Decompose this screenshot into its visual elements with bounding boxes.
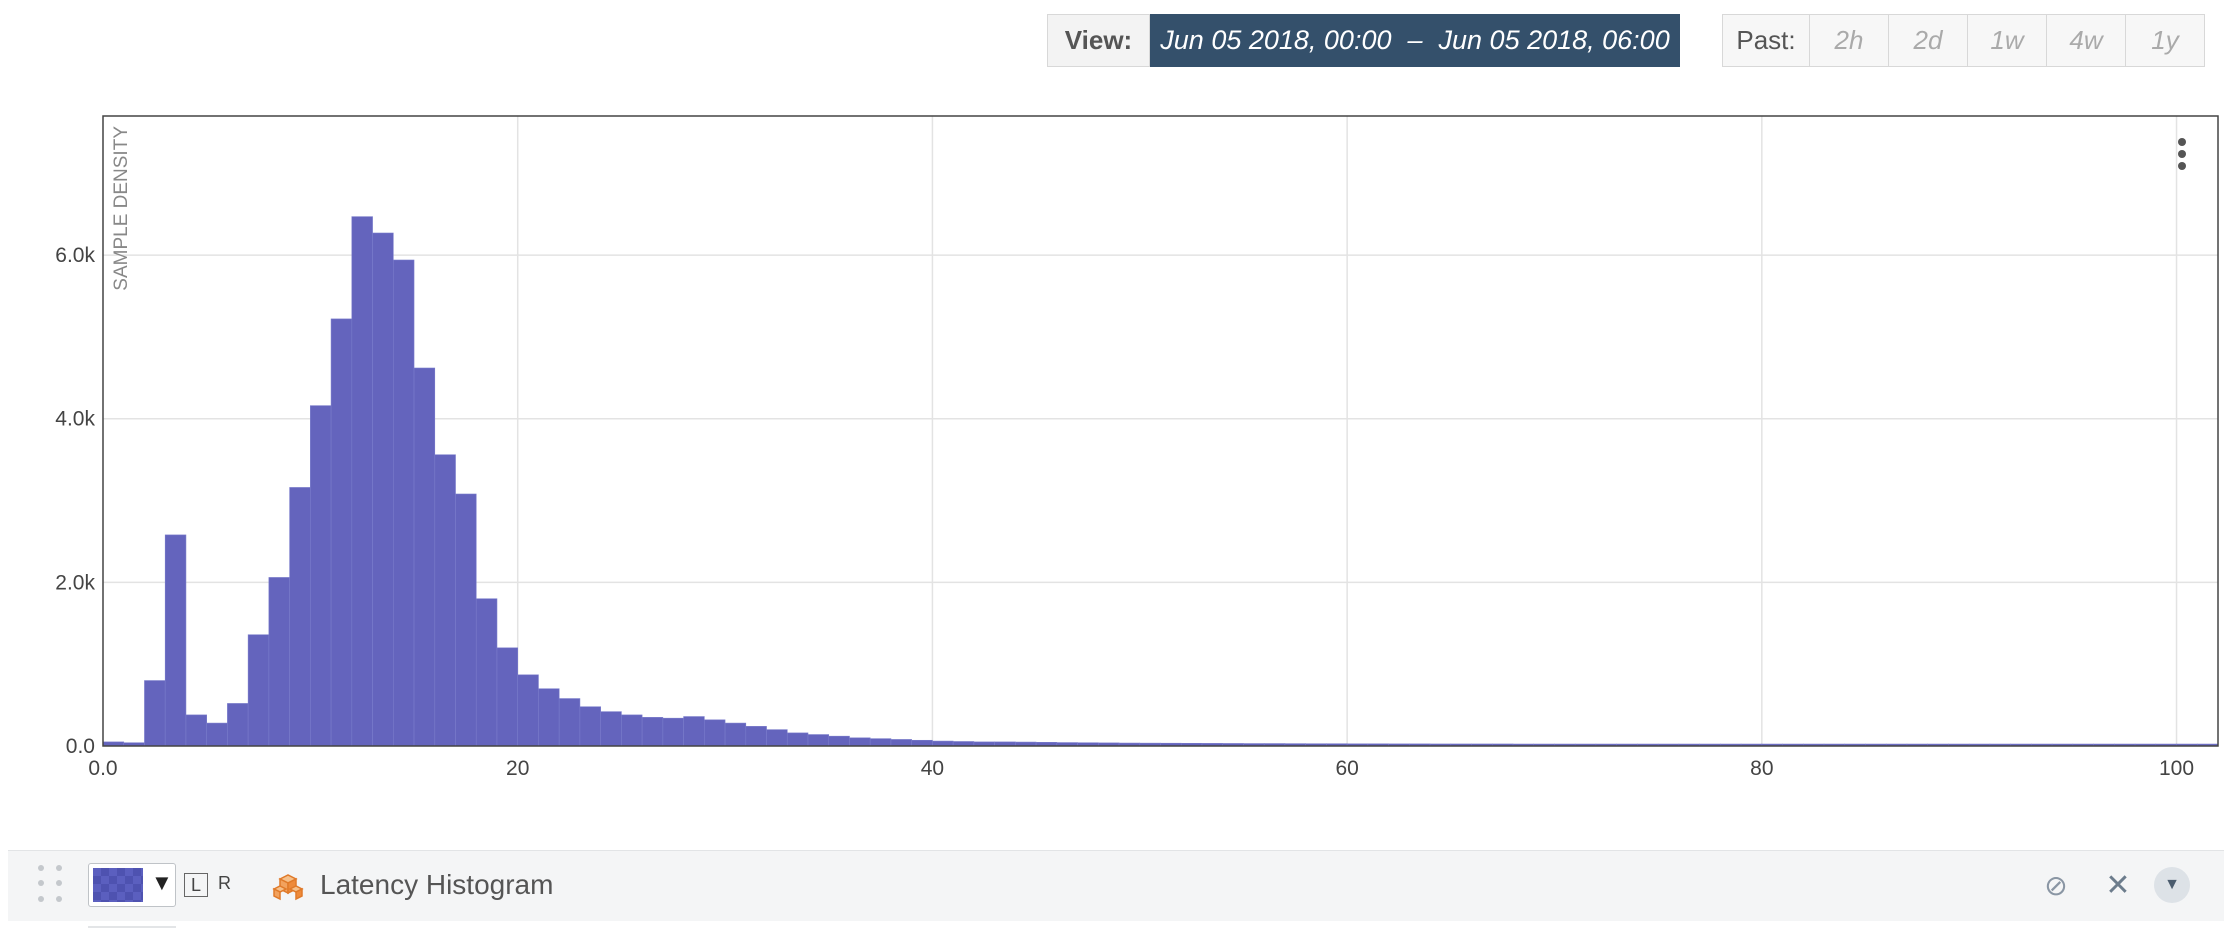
latency-histogram-chart: SAMPLE DENSITY 0.0 2.0k 4.0k 6.0k 0.0 20 40 60…: [55, 115, 2219, 780]
histogram-bar: [600, 711, 622, 747]
x-tick-label: 20: [506, 757, 529, 780]
x-tick-label: 80: [1750, 757, 1773, 780]
histogram-bar: [745, 726, 767, 747]
histogram-bar: [372, 232, 394, 747]
histogram-bar: [869, 738, 892, 747]
series-legend-row: ▼ L R Latency Histogram ⊘ ✕ ▼: [8, 850, 2224, 921]
histogram-bar: [268, 577, 290, 747]
x-tick-label: 100: [2159, 757, 2194, 780]
axis-right-toggle[interactable]: R: [218, 873, 231, 894]
close-icon[interactable]: ✕: [2100, 867, 2136, 903]
histogram-bar: [185, 714, 207, 747]
color-picker-button[interactable]: ▼: [88, 863, 176, 907]
y-tick-label: 4.0k: [55, 408, 95, 431]
histogram-bar: [849, 737, 871, 747]
histogram-bar: [558, 698, 581, 747]
histogram-bar: [683, 716, 705, 747]
x-tick-label: 60: [1335, 757, 1358, 780]
histogram-bar: [662, 717, 684, 747]
histogram-bar: [704, 719, 726, 747]
metric-name: Latency Histogram: [320, 869, 554, 900]
y-tick-label: 0.0: [66, 735, 95, 758]
histogram-bar: [641, 717, 664, 747]
y-axis-label: SAMPLE DENSITY: [111, 126, 132, 291]
histogram-bar: [330, 318, 353, 747]
histogram-bar: [517, 674, 539, 747]
y-axis-ticks: 0.0 2.0k 4.0k 6.0k: [55, 244, 95, 758]
histogram-bar: [434, 454, 456, 747]
color-swatch: [93, 868, 143, 902]
histogram-bar: [766, 729, 788, 747]
histogram-bar: [496, 647, 519, 747]
histogram-bar: [807, 734, 830, 747]
x-tick-label: 40: [921, 757, 944, 780]
histogram-bar: [828, 735, 850, 747]
histogram-bar: [227, 703, 249, 747]
histogram-bar: [455, 493, 477, 747]
metric-cube-icon: [272, 874, 304, 901]
histogram-bar: [579, 706, 601, 747]
histogram-bar: [911, 739, 933, 747]
histogram-bar: [413, 367, 436, 747]
y-tick-label: 2.0k: [55, 571, 95, 594]
drag-handle-icon[interactable]: [38, 865, 68, 905]
histogram-bar: [289, 487, 311, 747]
histogram-bar: [724, 722, 747, 747]
histogram-bar: [475, 598, 498, 747]
histogram-bar: [621, 714, 643, 747]
chevron-down-icon[interactable]: ▼: [2154, 867, 2190, 903]
histogram-bar: [206, 722, 228, 747]
histogram-bar: [538, 688, 560, 747]
x-tick-label: 0.0: [88, 757, 117, 780]
histogram-bar: [351, 216, 373, 747]
histogram-bar: [247, 634, 270, 747]
axis-left-toggle[interactable]: L: [184, 873, 208, 897]
caret-down-icon: ▼: [151, 870, 173, 895]
disable-icon[interactable]: ⊘: [2038, 867, 2074, 903]
x-axis-ticks: 0.0 20 40 60 80 100: [88, 757, 2194, 780]
histogram-bar: [890, 739, 912, 747]
histogram-bars: [102, 216, 2219, 747]
histogram-bar: [392, 259, 415, 747]
y-tick-label: 6.0k: [55, 244, 95, 267]
histogram-bar: [164, 534, 187, 747]
histogram-bar: [144, 680, 166, 747]
chart-menu-button[interactable]: [2176, 138, 2188, 174]
histogram-bar: [786, 732, 809, 747]
histogram-bar: [310, 405, 332, 747]
